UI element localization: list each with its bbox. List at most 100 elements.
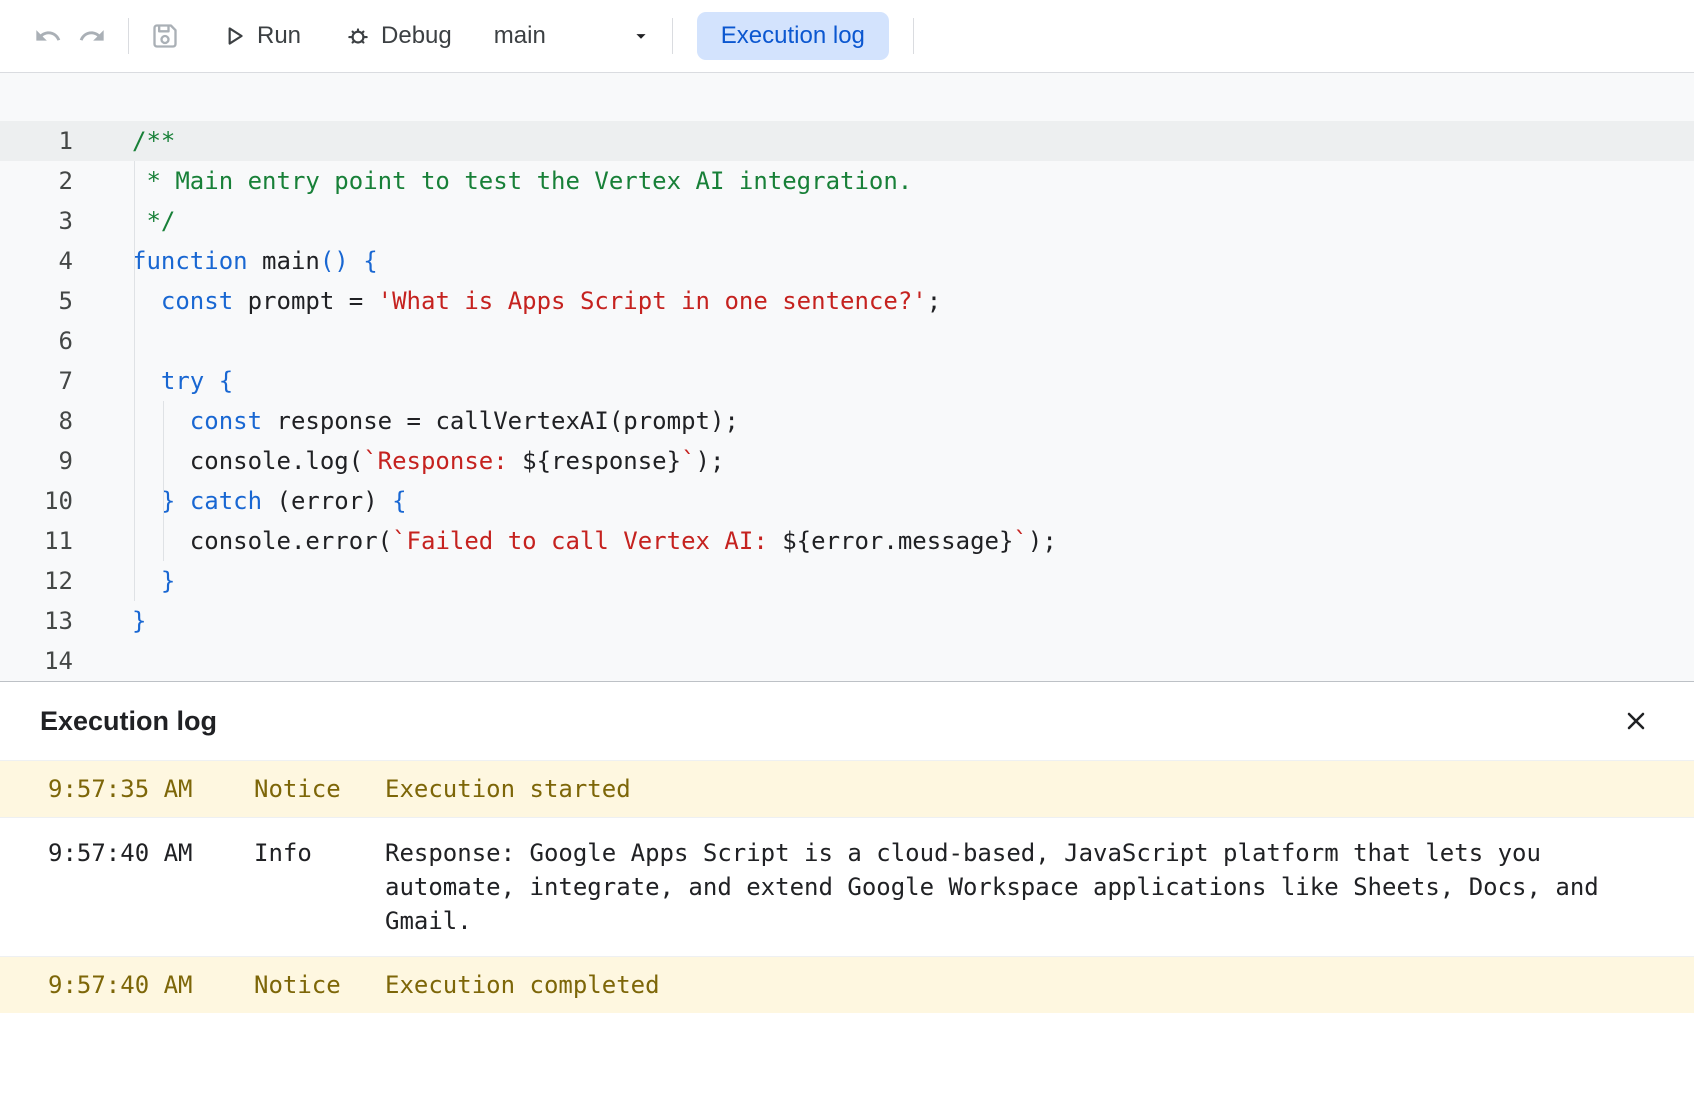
code-token: console.error( (132, 527, 392, 555)
code-content[interactable]: } (73, 561, 175, 601)
play-icon (221, 23, 247, 49)
code-token: ); (1028, 527, 1057, 555)
code-line[interactable]: 10 } catch (error) { (0, 481, 1694, 521)
save-button[interactable] (143, 14, 187, 58)
log-level: Notice (254, 772, 385, 806)
code-token: } (132, 607, 146, 635)
code-line[interactable]: 6 (0, 321, 1694, 361)
code-line[interactable]: 7 try { (0, 361, 1694, 401)
line-number[interactable]: 5 (0, 281, 73, 321)
code-token: prompt = (233, 287, 378, 315)
line-number[interactable]: 11 (0, 521, 73, 561)
code-line[interactable]: 5 const prompt = 'What is Apps Script in… (0, 281, 1694, 321)
log-row: 9:57:40 AMNoticeExecution completed (0, 956, 1694, 1013)
code-token: response = callVertexAI(prompt); (262, 407, 739, 435)
toolbar: Run Debug main Execution log (0, 0, 1694, 73)
log-time: 9:57:40 AM (48, 968, 254, 1002)
code-token: console.log( (132, 447, 363, 475)
code-token: () { (320, 247, 378, 275)
redo-button[interactable] (70, 14, 114, 58)
code-token: /** (132, 127, 175, 155)
run-button[interactable]: Run (211, 14, 311, 58)
code-content[interactable]: console.log(`Response: ${response}`); (73, 441, 724, 481)
code-content[interactable]: console.error(`Failed to call Vertex AI:… (73, 521, 1057, 561)
code-content[interactable] (73, 641, 132, 681)
code-content[interactable]: } (73, 601, 146, 641)
code-line[interactable]: 3 */ (0, 201, 1694, 241)
code-token: try (161, 367, 204, 395)
code-token: function (132, 247, 248, 275)
code-token: `Response: (363, 447, 522, 475)
close-button[interactable] (1614, 699, 1658, 743)
chevron-down-icon (630, 25, 652, 47)
execution-log-panel: Execution log 9:57:35 AMNoticeExecution … (0, 681, 1694, 1097)
code-content[interactable]: } catch (error) { (73, 481, 407, 521)
log-time: 9:57:40 AM (48, 836, 254, 870)
log-level: Info (254, 836, 385, 870)
code-content[interactable]: const prompt = 'What is Apps Script in o… (73, 281, 941, 321)
code-content[interactable]: const response = callVertexAI(prompt); (73, 401, 739, 441)
log-rows: 9:57:35 AMNoticeExecution started 9:57:40… (0, 760, 1694, 1013)
code-token: 'What is Apps Script in one sentence?' (378, 287, 927, 315)
line-number[interactable]: 9 (0, 441, 73, 481)
code-line[interactable]: 12 } (0, 561, 1694, 601)
code-token: catch (190, 487, 262, 515)
code-token (132, 367, 161, 395)
undo-button[interactable] (26, 14, 70, 58)
code-content[interactable]: function main() { (73, 241, 378, 281)
run-label: Run (257, 22, 301, 50)
code-content[interactable]: try { (73, 361, 233, 401)
code-token: ; (927, 287, 941, 315)
code-line[interactable]: 2 * Main entry point to test the Vertex … (0, 161, 1694, 201)
code-token: */ (132, 207, 175, 235)
line-number[interactable]: 14 (0, 641, 73, 681)
code-line[interactable]: 11 console.error(`Failed to call Vertex … (0, 521, 1694, 561)
code-token: const (190, 407, 262, 435)
code-token: (error) (262, 487, 392, 515)
toolbar-divider (913, 18, 914, 54)
log-time: 9:57:35 AM (48, 772, 254, 806)
line-number[interactable]: 8 (0, 401, 73, 441)
log-message: Execution completed (385, 968, 1635, 1002)
toolbar-divider (128, 18, 129, 54)
code-token: ${error.message} (782, 527, 1013, 555)
code-editor[interactable]: 1 /** 2 * Main entry point to test the Ver… (0, 73, 1694, 681)
code-line[interactable]: 13} (0, 601, 1694, 641)
code-line[interactable]: 9 console.log(`Response: ${response}`); (0, 441, 1694, 481)
code-token: `Failed to call Vertex AI: (392, 527, 782, 555)
save-icon (151, 22, 179, 50)
indent-guide (134, 161, 135, 601)
code-token: } (161, 487, 190, 515)
execution-log-button[interactable]: Execution log (697, 12, 889, 60)
log-row: 9:57:35 AMNoticeExecution started (0, 760, 1694, 817)
line-number[interactable]: 13 (0, 601, 73, 641)
log-message: Response: Google Apps Script is a cloud-… (385, 836, 1635, 938)
line-number[interactable]: 2 (0, 161, 73, 201)
code-line[interactable]: 14 (0, 641, 1694, 681)
line-number[interactable]: 7 (0, 361, 73, 401)
code-token: { (392, 487, 406, 515)
code-content[interactable]: */ (73, 201, 175, 241)
code-lines: 1 /** 2 * Main entry point to test the Ver… (0, 121, 1694, 681)
function-selector-value: main (494, 22, 546, 50)
code-line[interactable]: 1 /** (0, 121, 1694, 161)
code-token: main (248, 247, 320, 275)
code-content[interactable]: * Main entry point to test the Vertex AI… (73, 161, 912, 201)
line-number[interactable]: 12 (0, 561, 73, 601)
indent-guide (163, 401, 164, 561)
code-line[interactable]: 8 const response = callVertexAI(prompt); (0, 401, 1694, 441)
code-token: } (161, 567, 175, 595)
line-number[interactable]: 4 (0, 241, 73, 281)
line-number[interactable]: 3 (0, 201, 73, 241)
function-selector[interactable]: main (488, 14, 658, 58)
code-token: const (161, 287, 233, 315)
code-line[interactable]: 4function main() { (0, 241, 1694, 281)
line-number[interactable]: 10 (0, 481, 73, 521)
line-number[interactable]: 1 (0, 121, 73, 161)
line-number[interactable]: 6 (0, 321, 73, 361)
code-content[interactable] (73, 321, 132, 361)
debug-button[interactable]: Debug (335, 14, 462, 58)
code-content[interactable]: /** (73, 121, 175, 161)
code-token (132, 287, 161, 315)
execution-log-title: Execution log (40, 706, 217, 737)
